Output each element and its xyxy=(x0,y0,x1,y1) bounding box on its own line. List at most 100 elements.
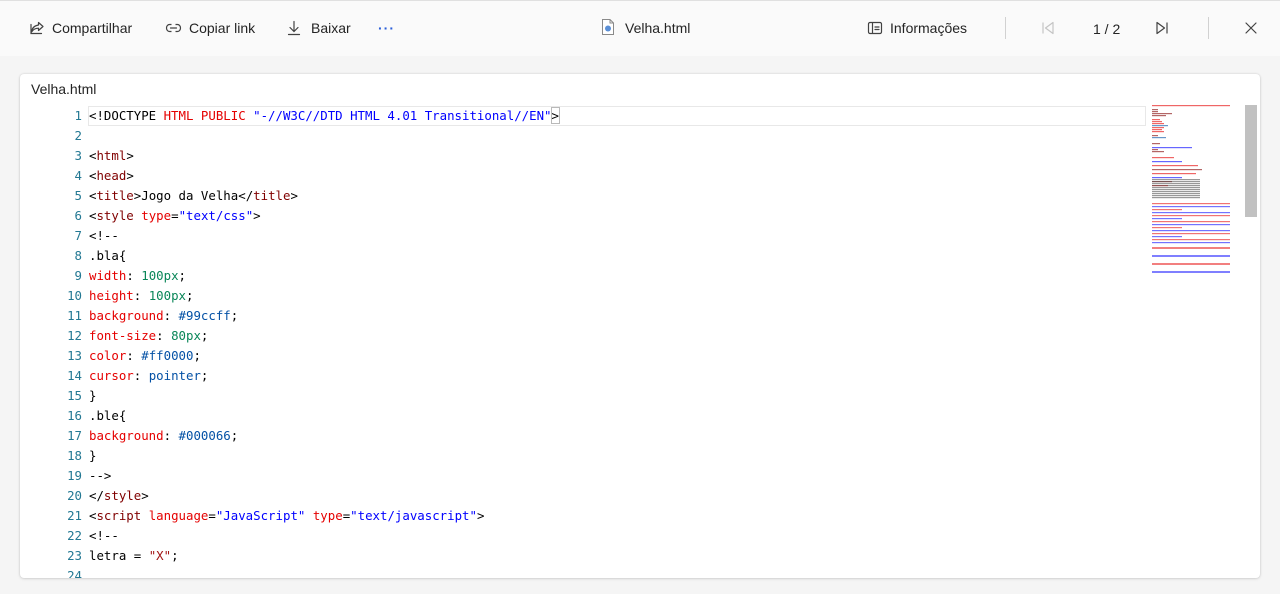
minimap-line xyxy=(1152,197,1200,199)
scrollbar-thumb[interactable] xyxy=(1245,105,1257,217)
minimap-line xyxy=(1152,119,1160,121)
line-code: color: #ff0000; xyxy=(89,348,201,363)
share-button[interactable]: Compartilhar xyxy=(29,17,132,39)
minimap-line xyxy=(1152,271,1230,273)
minimap-line xyxy=(1152,137,1166,139)
minimap-line xyxy=(1152,121,1162,123)
minimap-line xyxy=(1152,230,1230,232)
minimap-line xyxy=(1152,123,1164,125)
line-number: 20 xyxy=(67,488,82,503)
line-number: 18 xyxy=(67,448,82,463)
minimap-line xyxy=(1152,181,1200,183)
last-page-button[interactable] xyxy=(1155,17,1169,39)
line-code: <html> xyxy=(89,148,134,163)
minimap-line xyxy=(1152,177,1182,179)
download-icon xyxy=(287,20,301,36)
line-code: <!DOCTYPE HTML PUBLIC "-//W3C//DTD HTML … xyxy=(89,107,561,124)
file-name: Velha.html xyxy=(625,20,691,36)
line-code: <!-- xyxy=(89,528,119,543)
viewer-toolbar: Compartilhar Copiar link Baixar ··· Velh… xyxy=(0,0,1280,56)
line-number: 8 xyxy=(74,248,82,263)
share-icon xyxy=(29,20,45,36)
line-number: 22 xyxy=(67,528,82,543)
first-page-button[interactable] xyxy=(1041,17,1055,39)
minimap-line xyxy=(1152,157,1174,159)
toolbar-divider xyxy=(1005,17,1006,39)
line-code: height: 100px; xyxy=(89,288,194,303)
minimap-line xyxy=(1152,161,1182,163)
line-code: .bla{ xyxy=(89,248,127,263)
more-options-button[interactable]: ··· xyxy=(378,17,395,39)
minimap-line xyxy=(1152,149,1158,151)
minimap-line xyxy=(1152,187,1200,189)
minimap-line xyxy=(1152,173,1196,175)
minimap-line xyxy=(1152,195,1200,197)
line-number: 24 xyxy=(67,568,82,578)
line-code: <!-- xyxy=(89,228,119,243)
minimap-line xyxy=(1152,129,1162,131)
minimap-line xyxy=(1152,193,1200,195)
first-page-icon xyxy=(1041,20,1055,36)
download-label: Baixar xyxy=(311,20,351,36)
code-editor[interactable]: 1 <!DOCTYPE HTML PUBLIC "-//W3C//DTD HTML… xyxy=(20,105,1260,578)
minimap-line xyxy=(1152,169,1202,171)
minimap-line xyxy=(1152,113,1172,115)
minimap-line xyxy=(1152,221,1230,223)
html-file-icon xyxy=(601,18,615,38)
line-number: 19 xyxy=(67,468,82,483)
minimap-line xyxy=(1152,179,1200,181)
more-icon: ··· xyxy=(378,20,395,36)
minimap-line xyxy=(1152,227,1182,229)
line-code: <script language="JavaScript" type="text… xyxy=(89,508,485,523)
line-number: 17 xyxy=(67,428,82,443)
page-indicator: 1 / 2 xyxy=(1093,21,1121,37)
info-button[interactable]: Informações xyxy=(867,17,967,39)
info-label: Informações xyxy=(890,20,968,36)
minimap-line xyxy=(1152,203,1230,205)
minimap-line xyxy=(1152,143,1160,145)
vertical-scrollbar[interactable] xyxy=(1244,105,1258,578)
minimap-line xyxy=(1152,135,1158,137)
line-code: cursor: pointer; xyxy=(89,368,209,383)
copy-link-button[interactable]: Copiar link xyxy=(165,17,255,39)
code-minimap[interactable] xyxy=(1130,105,1230,295)
line-code: background: #99ccff; xyxy=(89,308,239,323)
minimap-line xyxy=(1152,206,1230,208)
line-number: 4 xyxy=(74,168,82,183)
minimap-line xyxy=(1152,255,1230,257)
minimap-line xyxy=(1152,115,1166,117)
line-number: 9 xyxy=(74,268,82,283)
line-code: background: #000066; xyxy=(89,428,239,443)
line-code: .ble{ xyxy=(89,408,127,423)
minimap-line xyxy=(1152,218,1182,220)
line-code: <head> xyxy=(89,168,134,183)
link-icon xyxy=(165,20,182,36)
minimap-line xyxy=(1152,183,1200,185)
line-number: 16 xyxy=(67,408,82,423)
minimap-line xyxy=(1152,125,1168,127)
line-number: 5 xyxy=(74,188,82,203)
line-code: } xyxy=(89,388,97,403)
close-icon xyxy=(1244,20,1258,36)
code-line: 1 <!DOCTYPE HTML PUBLIC "-//W3C//DTD HTML… xyxy=(75,106,1146,126)
minimap-line xyxy=(1152,233,1230,235)
line-number: 10 xyxy=(67,288,82,303)
line-number: 7 xyxy=(74,228,82,243)
share-label: Compartilhar xyxy=(52,20,133,36)
line-number: 13 xyxy=(67,348,82,363)
minimap-line xyxy=(1152,191,1200,193)
line-number: 11 xyxy=(67,308,82,323)
download-button[interactable]: Baixar xyxy=(287,17,351,39)
line-number: 14 xyxy=(67,368,82,383)
minimap-line xyxy=(1152,212,1230,214)
info-panel-icon xyxy=(867,20,883,36)
file-title: Velha.html xyxy=(601,17,690,39)
minimap-line xyxy=(1152,215,1230,217)
line-code: --> xyxy=(89,468,112,483)
line-code: </style> xyxy=(89,488,149,503)
minimap-line xyxy=(1152,131,1164,133)
close-button[interactable] xyxy=(1244,17,1258,39)
line-code: <title>Jogo da Velha</title> xyxy=(89,188,298,203)
minimap-line xyxy=(1152,127,1164,129)
minimap-line xyxy=(1152,189,1200,191)
